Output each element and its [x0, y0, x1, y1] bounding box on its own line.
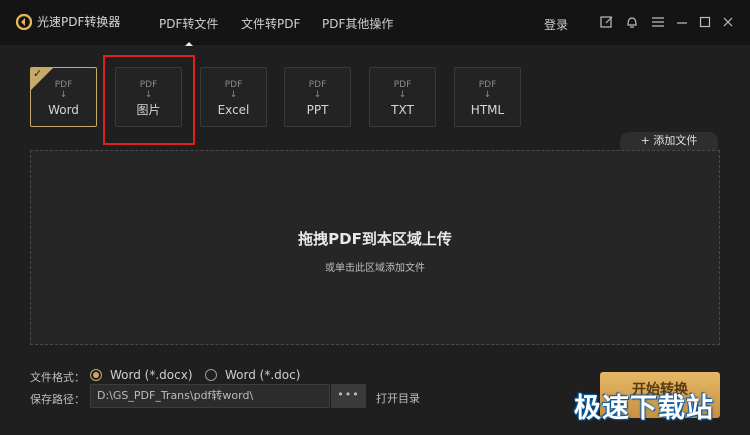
radio-on-icon [90, 369, 102, 381]
title-bar: 光速PDF转换器 PDF转文件 文件转PDF PDF其他操作 登录 [0, 0, 750, 46]
drop-title: 拖拽PDF到本区域上传 [298, 230, 452, 248]
app-logo: 光速PDF转换器 [16, 13, 120, 30]
tab-file-to-pdf[interactable]: 文件转PDF [241, 15, 300, 32]
open-directory-link[interactable]: 打开目录 [376, 390, 420, 406]
format-tile-html[interactable]: PDF ↓ HTML [454, 67, 521, 127]
arrow-down-icon: ↓ [398, 90, 407, 100]
highlight-box [103, 55, 195, 145]
path-label: 保存路径： [30, 393, 85, 406]
close-icon[interactable] [721, 15, 735, 29]
tile-label: PPT [306, 103, 329, 117]
check-icon: ✓ [33, 67, 43, 80]
radio-docx[interactable]: Word (*.docx) [90, 368, 193, 382]
arrow-down-icon: ↓ [313, 90, 322, 100]
save-path-input[interactable]: D:\GS_PDF_Trans\pdf转word\ [90, 384, 330, 408]
format-label: 文件格式： [30, 371, 85, 384]
tile-label: Word [48, 103, 79, 117]
radio-doc-label: Word (*.doc) [225, 368, 301, 382]
radio-off-icon [205, 369, 217, 381]
format-tile-excel[interactable]: PDF ↓ Excel [200, 67, 267, 127]
menu-icon[interactable] [651, 15, 665, 29]
maximize-icon[interactable] [698, 15, 712, 29]
format-tile-ppt[interactable]: PDF ↓ PPT [284, 67, 351, 127]
tab-pdf-to-file[interactable]: PDF转文件 [159, 15, 218, 46]
watermark: 极速下载站 [574, 393, 714, 424]
tile-source: PDF [478, 80, 497, 90]
tile-label: HTML [470, 103, 505, 117]
format-tile-word[interactable]: ✓ PDF ↓ Word [30, 67, 97, 127]
arrow-down-icon: ↓ [229, 90, 238, 100]
tile-source: PDF [224, 80, 243, 90]
tab-pdf-other[interactable]: PDF其他操作 [322, 15, 393, 32]
minimize-icon[interactable] [675, 15, 689, 29]
bell-icon[interactable] [625, 15, 639, 29]
add-file-button[interactable]: + 添加文件 [620, 132, 718, 150]
radio-doc[interactable]: Word (*.doc) [205, 368, 300, 382]
logo-icon [16, 13, 32, 30]
edit-icon[interactable] [600, 15, 614, 29]
format-tile-txt[interactable]: PDF ↓ TXT [369, 67, 436, 127]
arrow-down-icon: ↓ [59, 90, 68, 100]
tile-label: Excel [217, 103, 250, 117]
app-title: 光速PDF转换器 [37, 15, 121, 29]
login-link[interactable]: 登录 [544, 16, 568, 33]
tile-label: TXT [391, 103, 414, 117]
radio-docx-label: Word (*.docx) [110, 368, 193, 382]
tile-source: PDF [393, 80, 412, 90]
tile-source: PDF [308, 80, 327, 90]
arrow-down-icon: ↓ [483, 90, 492, 100]
drop-zone[interactable]: 拖拽PDF到本区域上传 或单击此区域添加文件 [30, 150, 720, 345]
drop-subtitle: 或单击此区域添加文件 [325, 263, 425, 274]
browse-button[interactable]: ••• [331, 384, 366, 408]
